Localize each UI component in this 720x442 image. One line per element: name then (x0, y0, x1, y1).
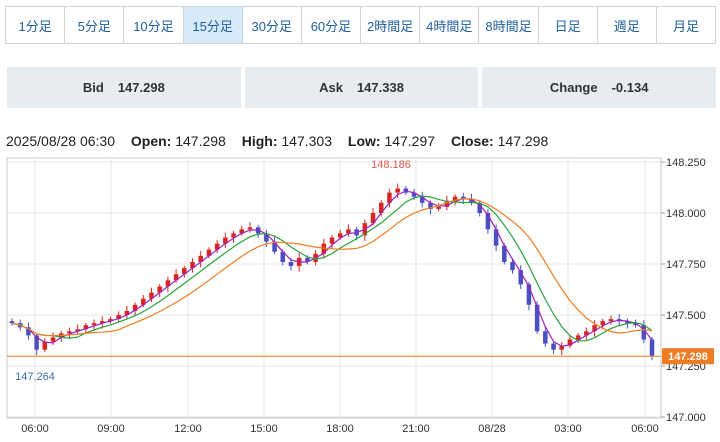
candle-body (288, 261, 294, 267)
y-tick-label: 148.000 (666, 208, 706, 220)
candle-body (608, 319, 614, 322)
y-tick-label: 147.500 (666, 310, 706, 322)
x-tick-label: 06:00 (631, 423, 659, 435)
x-tick-label: 15:00 (250, 423, 278, 435)
x-tick-label: 18:00 (326, 423, 354, 435)
high-marker-label: 148.186 (371, 159, 411, 171)
x-tick-label: 08/28 (478, 423, 506, 435)
low-marker-label: 147.264 (15, 371, 55, 383)
y-tick-label: 147.750 (666, 259, 706, 271)
candle-body (543, 331, 548, 344)
candle-body (551, 343, 556, 350)
candle-body (649, 339, 655, 356)
candle-body (329, 237, 335, 244)
x-tick-label: 06:00 (21, 423, 49, 435)
y-tick-label: 147.000 (666, 412, 706, 424)
candle-body (534, 304, 540, 332)
y-tick-label: 148.250 (666, 157, 706, 169)
candle-body (9, 321, 15, 324)
plot-frame (6, 157, 662, 419)
x-tick-label: 03:00 (554, 423, 582, 435)
candle-body (436, 206, 441, 209)
current-price-label: 147.298 (668, 351, 708, 363)
x-tick-label: 12:00 (174, 423, 202, 435)
price-chart[interactable]: 148.250148.000147.750147.500147.250147.0… (0, 0, 720, 442)
candle-body (50, 337, 56, 342)
x-tick-label: 21:00 (402, 423, 430, 435)
x-tick-label: 09:00 (97, 423, 125, 435)
candle-body (247, 227, 253, 230)
candle-body (395, 188, 400, 193)
candle-body (510, 261, 515, 271)
